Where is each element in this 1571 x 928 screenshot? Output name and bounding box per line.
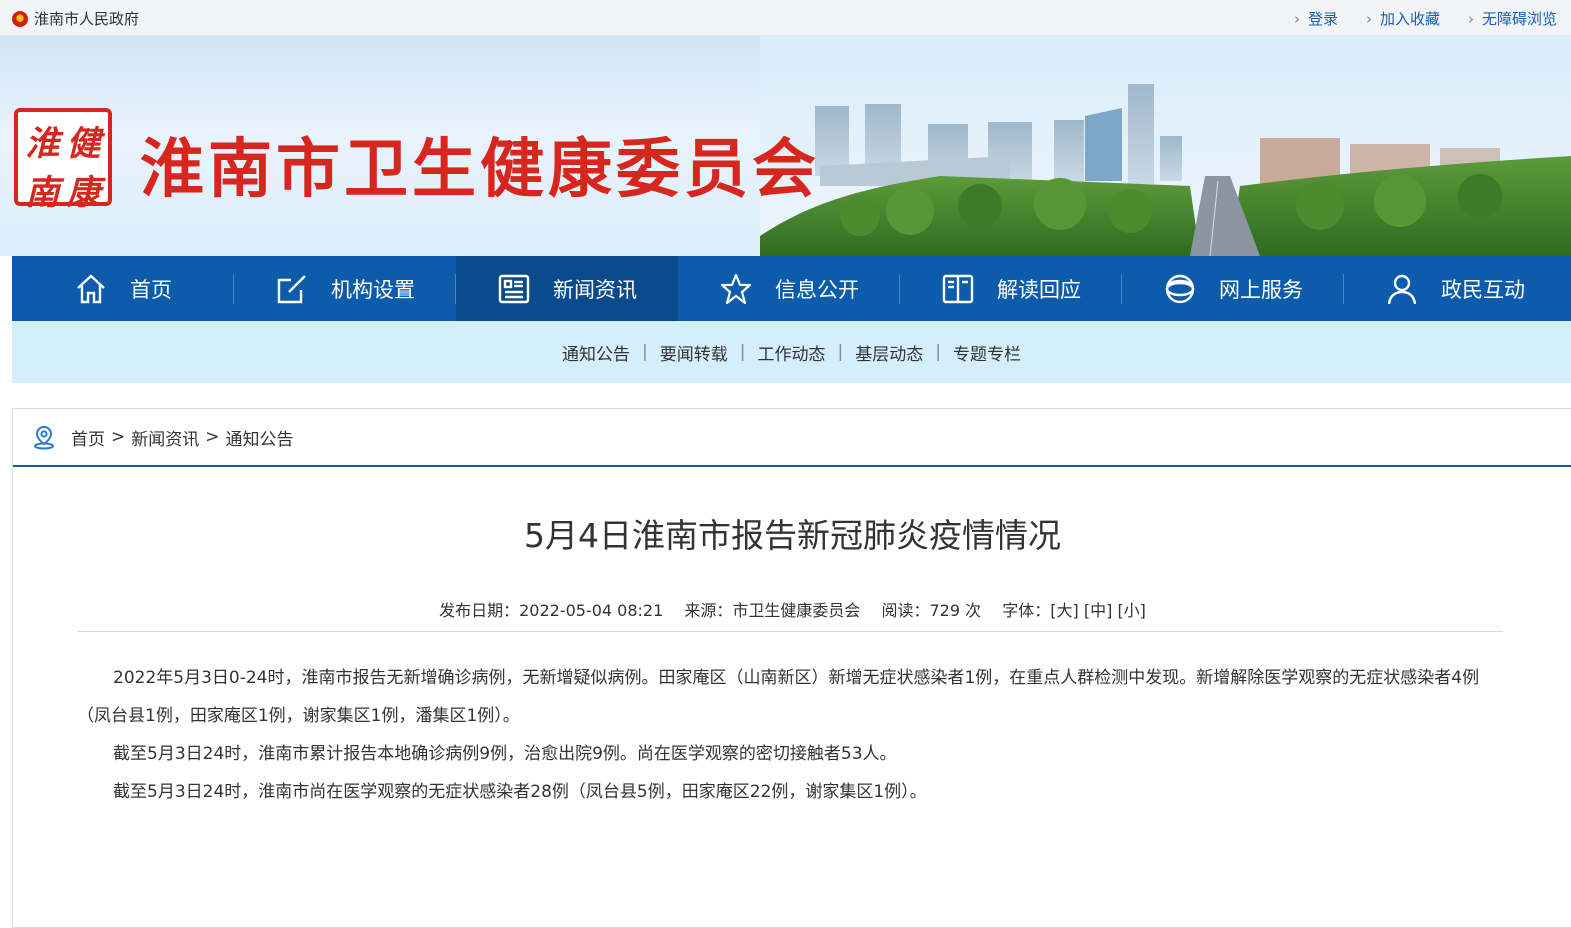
font-size-controls: 字体：[大] [中] [小] — [1002, 601, 1146, 620]
subnav-work-updates[interactable]: 工作动态 — [746, 340, 838, 365]
national-emblem-icon — [12, 10, 28, 27]
article-paragraph: 截至5月3日24时，淮南市累计报告本地确诊病例9例，治愈出院9例。尚在医学观察的… — [113, 744, 897, 764]
publish-date: 发布日期：2022-05-04 08:21 — [439, 601, 664, 620]
edit-icon — [275, 272, 309, 306]
chevron-right-icon: › — [1365, 10, 1372, 28]
font-large-button[interactable]: [大] — [1050, 601, 1079, 620]
city-skyline-image — [760, 36, 1571, 256]
gov-name[interactable]: 淮南市人民政府 — [34, 8, 139, 29]
article-title: 5月4日淮南市报告新冠肺炎疫情情况 — [524, 516, 1061, 555]
font-medium-button[interactable]: [中] — [1084, 601, 1113, 620]
article-paragraph: 2022年5月3日0-24时，淮南市报告无新增确诊病例，无新增疑似病例。田家庵区… — [77, 668, 1480, 726]
user-icon — [1385, 272, 1419, 306]
content-panel: 首页 > 新闻资讯 > 通知公告 5月4日淮南市报告新冠肺炎疫情情况 发布日期：… — [12, 408, 1571, 928]
view-count: 阅读：729 次 — [881, 601, 982, 620]
breadcrumb-news[interactable]: 新闻资讯 — [131, 425, 199, 450]
globe-icon — [1163, 272, 1197, 306]
subnav-special-topics[interactable]: 专题专栏 — [941, 340, 1033, 365]
breadcrumb-home[interactable]: 首页 — [71, 425, 105, 450]
location-pin-icon — [34, 425, 54, 450]
breadcrumb-separator: > — [111, 427, 126, 447]
gov-link[interactable]: 淮南市人民政府 — [12, 8, 139, 29]
breadcrumb-separator: > — [205, 427, 220, 447]
site-title: 淮南市卫生健康委员会 — [140, 133, 820, 207]
subnav-reprinted-news[interactable]: 要闻转载 — [648, 340, 740, 365]
nav-item-organization[interactable]: 机构设置 — [234, 256, 456, 321]
news-icon — [497, 272, 531, 306]
nav-item-interpretation[interactable]: 解读回应 — [900, 256, 1122, 321]
home-icon — [74, 272, 108, 306]
login-link[interactable]: › 登录 — [1294, 8, 1338, 29]
article-source: 来源：市卫生健康委员会 — [684, 601, 861, 620]
subnav-grassroots-updates[interactable]: 基层动态 — [843, 340, 935, 365]
chevron-right-icon: › — [1467, 10, 1474, 28]
article-paragraph: 截至5月3日24时，淮南市尚在医学观察的无症状感染者28例（凤台县5例，田家庵区… — [113, 782, 927, 802]
nav-item-news[interactable]: 新闻资讯 — [456, 256, 678, 321]
header-banner: 淮 健 南 康 淮南市卫生健康委员会 — [0, 36, 1571, 256]
chevron-right-icon: › — [1293, 10, 1300, 28]
breadcrumb: 首页 > 新闻资讯 > 通知公告 — [13, 409, 1571, 467]
breadcrumb-notices[interactable]: 通知公告 — [226, 425, 294, 450]
font-small-button[interactable]: [小] — [1117, 601, 1146, 620]
health-commission-logo: 淮 健 南 康 — [14, 108, 112, 213]
nav-item-info-disclosure[interactable]: 信息公开 — [678, 256, 900, 321]
book-icon — [941, 272, 975, 306]
accessibility-link[interactable]: › 无障碍浏览 — [1468, 8, 1557, 29]
top-links: › 登录 › 加入收藏 › 无障碍浏览 — [1266, 8, 1557, 29]
sub-nav: 通知公告 | 要闻转载 | 工作动态 | 基层动态 | 专题专栏 — [12, 321, 1571, 383]
main-nav: 首页 机构设置 新闻资讯 信息公开 解读回应 网上服务 政民互动 — [12, 256, 1571, 321]
star-icon — [719, 272, 753, 306]
nav-item-home[interactable]: 首页 — [12, 256, 234, 321]
article-body: 2022年5月3日0-24时，淮南市报告无新增确诊病例，无新增疑似病例。田家庵区… — [77, 659, 1503, 811]
nav-item-online-service[interactable]: 网上服务 — [1122, 256, 1344, 321]
subnav-notices[interactable]: 通知公告 — [550, 340, 642, 365]
nav-item-public-interaction[interactable]: 政民互动 — [1344, 256, 1566, 321]
top-bar: 淮南市人民政府 › 登录 › 加入收藏 › 无障碍浏览 — [0, 0, 1571, 36]
article-meta: 发布日期：2022-05-04 08:21 来源：市卫生健康委员会 阅读：729… — [13, 597, 1571, 621]
bookmark-link[interactable]: › 加入收藏 — [1366, 8, 1440, 29]
divider — [77, 631, 1503, 632]
